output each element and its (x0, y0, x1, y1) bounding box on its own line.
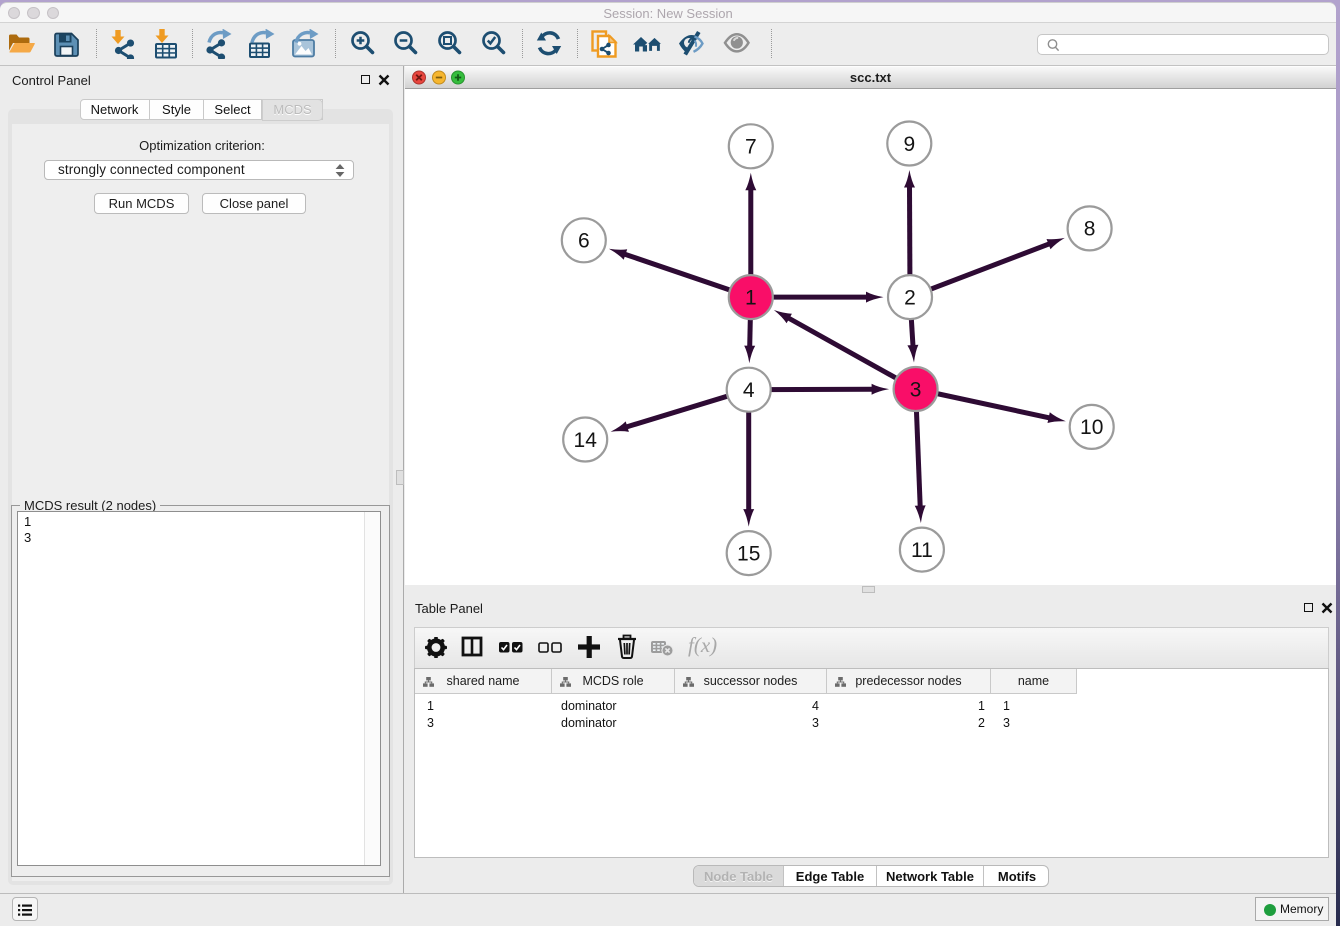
svg-text:2: 2 (904, 286, 916, 309)
svg-text:15: 15 (737, 542, 760, 565)
svg-text:10: 10 (1080, 416, 1103, 439)
svg-text:14: 14 (574, 429, 598, 452)
svg-text:9: 9 (903, 133, 915, 156)
svg-text:1: 1 (745, 286, 757, 309)
svg-text:7: 7 (745, 136, 757, 159)
svg-text:11: 11 (911, 539, 933, 562)
svg-text:6: 6 (578, 230, 590, 253)
svg-text:3: 3 (910, 378, 922, 401)
svg-text:8: 8 (1084, 218, 1096, 241)
svg-text:4: 4 (743, 379, 755, 402)
